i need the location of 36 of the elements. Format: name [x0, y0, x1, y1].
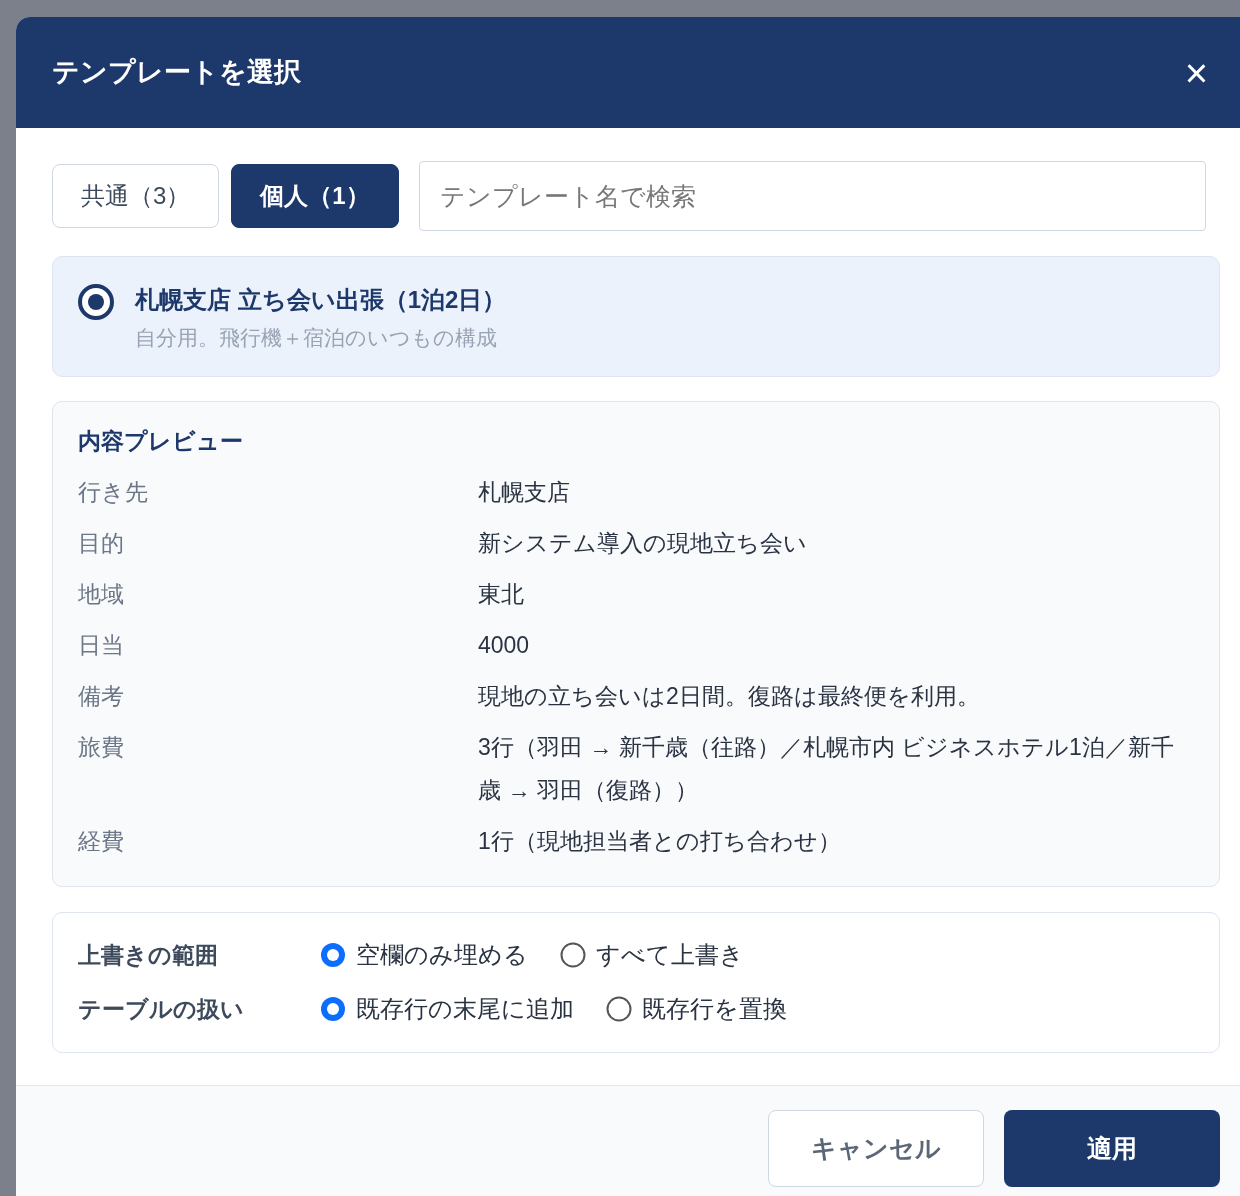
radio-icon[interactable] — [320, 942, 346, 968]
field-label: 行き先 — [78, 477, 149, 507]
template-item[interactable]: 札幌支店 立ち会い出張（1泊2日） 自分用。飛行機＋宿泊のいつもの構成 — [52, 256, 1220, 377]
radio-icon[interactable] — [77, 283, 115, 321]
radio-label[interactable]: 空欄のみ埋める — [356, 937, 528, 973]
radio-label[interactable]: 既存行を置換 — [642, 991, 787, 1027]
dialog-title: テンプレートを選択 — [52, 56, 301, 90]
field-value: 3行（羽田 → 新千歳（往路）／札幌市内 ビジネスホテル1泊／新千歳 → 羽田（復路）） — [478, 732, 1175, 805]
field-value: 新システム導入の現地立ち会い — [478, 528, 808, 558]
field-value: 1行（現地担当者との打ち合わせ） — [478, 826, 842, 856]
preview-title: 内容プレビュー — [78, 427, 244, 456]
radio-icon[interactable] — [606, 996, 632, 1022]
search-field[interactable]: テンプレート名で検索 — [418, 161, 1206, 231]
radio-label[interactable]: 既存行の末尾に追加 — [356, 991, 574, 1027]
close-button[interactable]: × — [1184, 52, 1208, 93]
field-label: 目的 — [78, 528, 125, 558]
cancel-button[interactable]: キャンセル — [768, 1110, 984, 1187]
field-value: 現地の立ち会いは2日間。復路は最終便を利用。 — [478, 681, 981, 711]
apply-button[interactable]: 適用 — [1004, 1110, 1220, 1187]
radio-label[interactable]: すべて上書き — [596, 937, 744, 973]
radio-icon[interactable] — [560, 942, 586, 968]
option-label: 上書きの範囲 — [78, 940, 219, 970]
tab[interactable]: 個人（1） — [231, 164, 399, 228]
field-label: 経費 — [78, 826, 125, 856]
option-label: テーブルの扱い — [78, 994, 245, 1024]
tab[interactable]: 共通（3） — [52, 164, 220, 228]
template-name: 札幌支店 立ち会い出張（1泊2日） — [135, 285, 507, 315]
template-description: 自分用。飛行機＋宿泊のいつもの構成 — [135, 325, 498, 351]
radio-icon[interactable] — [320, 996, 346, 1022]
field-label: 旅費 — [78, 732, 125, 762]
field-label: 日当 — [78, 630, 125, 660]
field-value: 東北 — [478, 579, 525, 609]
field-label: 地域 — [78, 579, 125, 609]
field-label: 備考 — [78, 681, 125, 711]
field-value: 4000 — [478, 630, 531, 660]
field-value: 札幌支店 — [478, 477, 571, 507]
